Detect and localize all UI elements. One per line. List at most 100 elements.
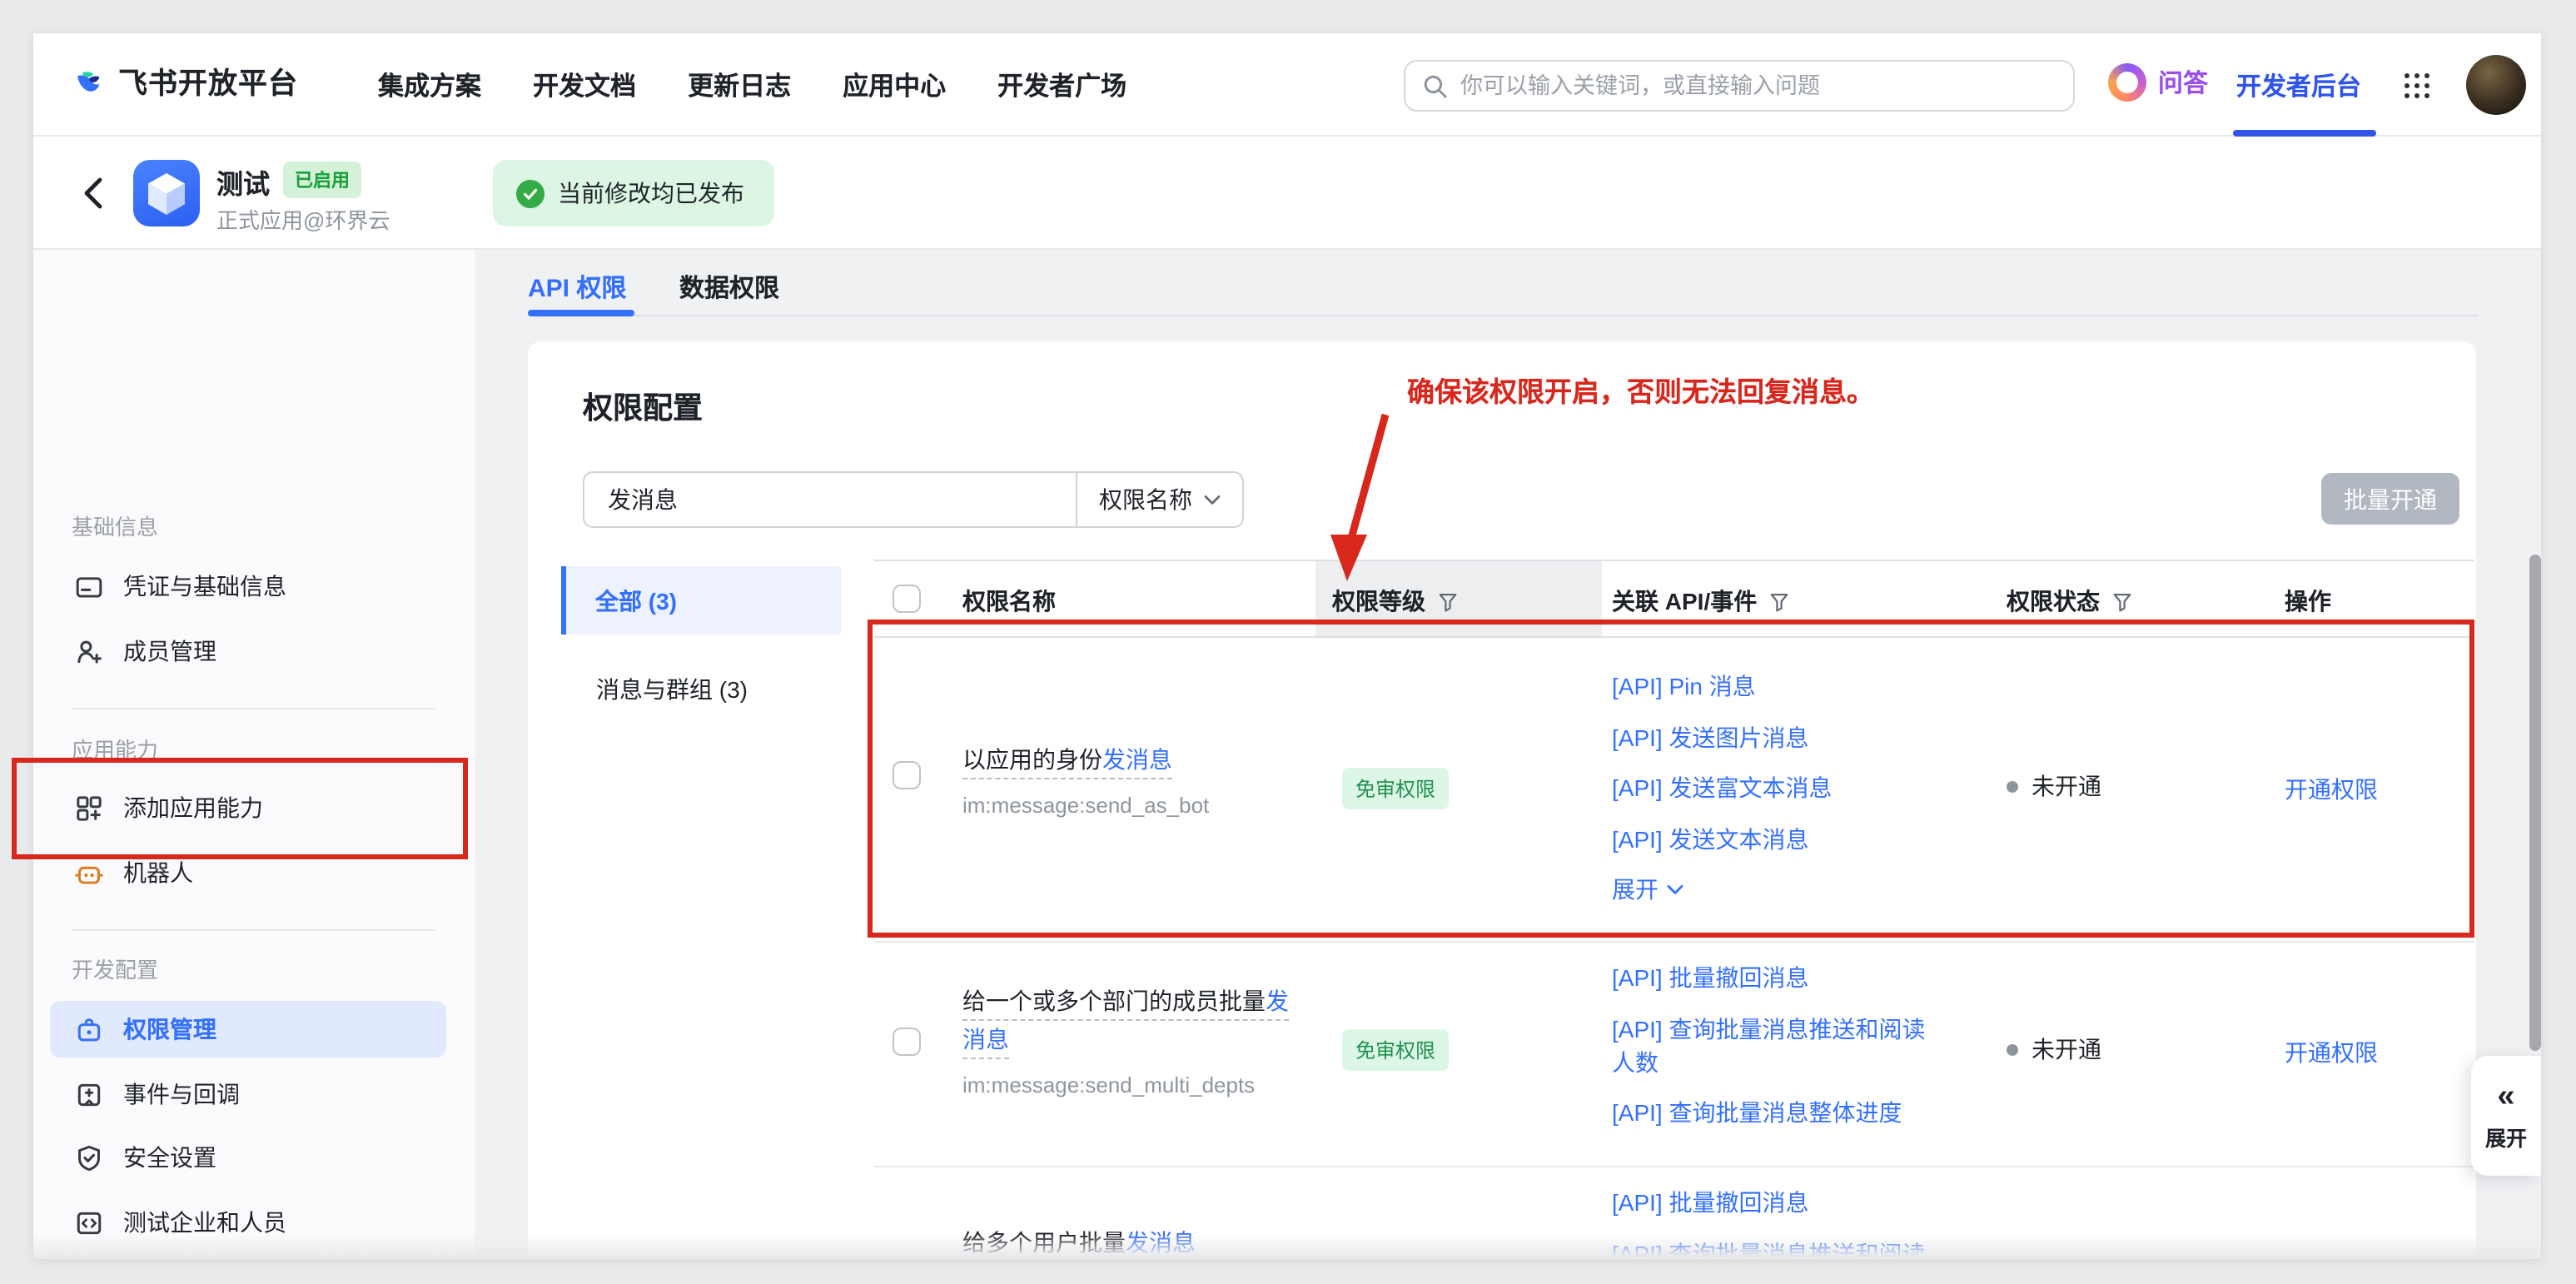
sidebar-item-bot[interactable]: 机器人 [50,844,446,901]
sidebar-item-test-enterprise[interactable]: 测试企业和人员 [50,1194,446,1251]
search-filter-dropdown[interactable]: 权限名称 [1076,473,1242,526]
api-link[interactable]: [API] 发送图片消息 [1612,720,1945,754]
nav-item-solutions[interactable]: 集成方案 [378,67,481,103]
open-permission-link[interactable]: 开通权限 [2285,1036,2378,1069]
publish-status-pill: 当前修改均已发布 [493,160,774,226]
api-link[interactable]: [API] 发送富文本消息 [1612,771,1945,804]
api-link[interactable]: [API] 批量撤回消息 [1612,1186,1945,1219]
api-link[interactable]: [API] 查询批量消息推送和阅读人数 [1612,1012,1945,1078]
sidebar-item-label: 权限管理 [123,1013,216,1046]
apps-grid-icon[interactable] [2404,73,2410,79]
user-avatar[interactable] [2466,55,2526,115]
global-search[interactable] [1404,60,2075,112]
screen: 飞书开放平台 集成方案 开发文档 更新日志 应用中心 开发者广场 问答 开发者 [0,0,2576,1284]
permission-name-link[interactable]: 给多个用户批量发消息 [962,1229,1196,1259]
table-header-border [874,560,2474,561]
filter-funnel-icon[interactable] [2111,590,2133,612]
bulk-open-button[interactable]: 批量开通 [2321,473,2459,525]
back-icon[interactable] [80,173,110,213]
permission-name-cell: 以应用的身份发消息 im:message:send_as_bot [962,741,1299,818]
expand-panel-label: 展开 [2485,1120,2527,1152]
permission-name-cell: 给多个用户批量发消息 [962,1224,1302,1259]
api-list: [API] 批量撤回消息 [API] 查询批量消息推送和阅读人数 [1612,1186,1945,1259]
col-header-api[interactable]: 关联 API/事件 [1612,585,1790,618]
select-all-checkbox[interactable] [893,585,921,613]
row-divider [874,1166,2474,1167]
nav-item-docs[interactable]: 开发文档 [533,67,636,103]
vertical-scrollbar-thumb[interactable] [2529,555,2541,1051]
permission-name-link[interactable]: 给一个或多个部门的成员批量发消息 [962,988,1289,1058]
top-navbar: 飞书开放平台 集成方案 开发文档 更新日志 应用中心 开发者广场 问答 开发者 [33,33,2541,137]
check-circle-icon [516,179,545,207]
app-subtitle: 正式应用@环界云 [216,203,390,235]
sidebar-item-credentials[interactable]: 凭证与基础信息 [50,558,446,615]
search-input[interactable] [1460,73,2056,98]
col-header-action: 操作 [2285,585,2331,618]
app-name: 测试 [216,162,270,202]
sidebar-item-label: 机器人 [123,856,193,889]
filter-label: 全部 (3) [595,584,677,617]
sidebar-item-events[interactable]: 事件与回调 [50,1066,446,1122]
nav-menu: 集成方案 开发文档 更新日志 应用中心 开发者广场 [378,33,1126,137]
filter-message-group[interactable]: 消息与群组 (3) [561,654,841,723]
level-badge: 免审权限 [1342,1029,1449,1071]
sidebar-divider [72,708,436,709]
search-icon [1422,72,1449,99]
developer-console-link[interactable]: 开发者后台 [2236,68,2361,103]
filter-all[interactable]: 全部 (3) [561,566,841,635]
row-checkbox[interactable] [893,761,921,789]
qa-link[interactable]: 问答 [2108,63,2208,102]
search-filter-label: 权限名称 [1099,483,1192,516]
filter-funnel-icon[interactable] [1437,590,1459,612]
permission-search-group: 权限名称 [583,471,1244,528]
tab-data-permissions[interactable]: 数据权限 [679,270,779,305]
sidebar-item-security[interactable]: 安全设置 [50,1129,446,1186]
tab-active-underline [528,310,634,316]
feishu-logo[interactable]: 飞书开放平台 [75,62,298,103]
tab-bottom-border [528,315,2478,316]
status-text: 未开通 [2031,1033,2101,1066]
permission-name-link[interactable]: 以应用的身份发消息 [962,746,1172,779]
app-icon [133,160,200,226]
api-link[interactable]: [API] Pin 消息 [1612,669,1945,703]
sidebar-item-label: 添加应用能力 [123,791,263,824]
table-header-border [874,636,2474,638]
sidebar-item-permissions[interactable]: 权限管理 [50,1001,446,1058]
api-link[interactable]: [API] 发送文本消息 [1612,822,1945,855]
annotation-note: 确保该权限开启，否则无法回复消息。 [1407,370,1874,410]
expand-panel-button[interactable]: « 展开 [2471,1056,2541,1176]
col-header-status[interactable]: 权限状态 [2007,585,2133,618]
status-text: 未开通 [2031,769,2101,803]
app-header: 测试 已启用 正式应用@环界云 当前修改均已发布 [33,137,2541,250]
permission-search-input[interactable] [584,473,1076,526]
nav-item-changelog[interactable]: 更新日志 [688,67,791,103]
filter-label: 消息与群组 (3) [596,672,748,705]
cube-icon [133,160,200,226]
level-badge: 免审权限 [1342,768,1449,809]
sidebar-item-label: 凭证与基础信息 [123,570,286,603]
status-cell: 未开通 [2007,1033,2101,1066]
browser-page: 飞书开放平台 集成方案 开发文档 更新日志 应用中心 开发者广场 问答 开发者 [33,33,2541,1259]
row-checkbox[interactable] [893,1028,921,1056]
filter-funnel-icon[interactable] [1768,590,1790,612]
permission-code: im:message:send_multi_depts [962,1072,1302,1097]
sidebar-group-dev-config: 开发配置 [72,953,158,984]
col-header-level[interactable]: 权限等级 [1332,585,1459,618]
nav-item-app-center[interactable]: 应用中心 [843,67,946,103]
api-link[interactable]: [API] 批量撤回消息 [1612,961,1945,994]
sidebar-group-basic-info: 基础信息 [72,510,158,541]
col-header-name: 权限名称 [962,585,1056,618]
api-list: [API] Pin 消息 [API] 发送图片消息 [API] 发送富文本消息 … [1612,669,1945,906]
expand-api-list-link[interactable]: 展开 [1612,873,1945,906]
api-link[interactable]: [API] 查询批量消息推送和阅读人数 [1612,1237,1945,1259]
api-link[interactable]: [API] 查询批量消息整体进度 [1612,1096,1945,1129]
sidebar-item-members[interactable]: 成员管理 [50,623,446,679]
open-permission-link[interactable]: 开通权限 [2285,773,2378,806]
member-add-icon [75,637,103,665]
sidebar-item-label: 安全设置 [123,1141,216,1174]
nav-item-dev-plaza[interactable]: 开发者广场 [997,67,1126,103]
sidebar-item-add-ability[interactable]: 添加应用能力 [50,779,446,836]
api-list: [API] 批量撤回消息 [API] 查询批量消息推送和阅读人数 [API] 查… [1612,961,1945,1129]
card-title: 权限配置 [583,385,703,428]
tab-api-permissions[interactable]: API 权限 [528,270,626,305]
